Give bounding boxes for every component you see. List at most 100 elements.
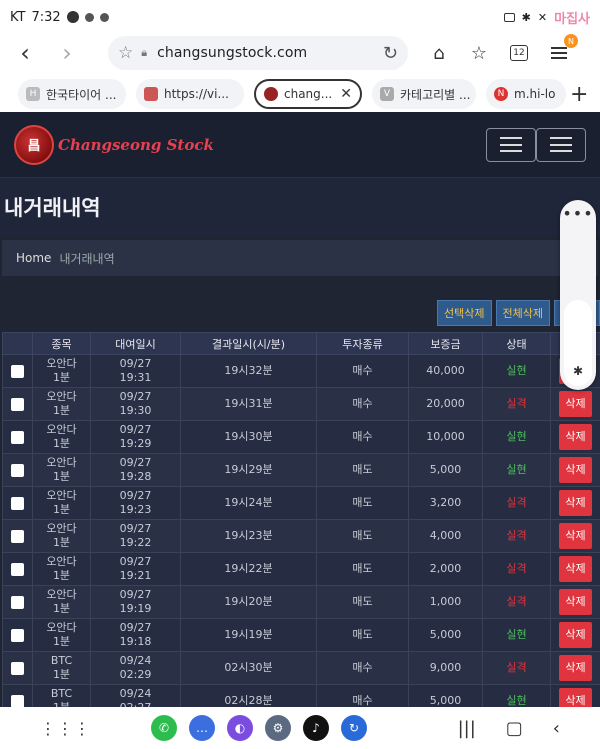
item-name: 오안다: [46, 390, 77, 403]
table-row: 오안다 1분 09/27 19:21 19시22분 매도 2,000 실격 삭제: [2, 552, 600, 586]
table-row: 오안다1분09/2719:3119시32분매수40,000실현삭제: [2, 354, 600, 388]
table-row: 오안다 1분 09/27 19:30 19시31분 매수 20,000 실격 삭제: [2, 387, 600, 421]
panel-handle[interactable]: ✱: [564, 300, 592, 386]
sync-icon[interactable]: ↻: [341, 715, 367, 741]
messages-icon[interactable]: …: [189, 715, 215, 741]
delete-button[interactable]: 삭제: [559, 424, 592, 450]
row-checkbox[interactable]: [11, 496, 24, 510]
app-drawer-icon[interactable]: ⋮⋮⋮: [40, 719, 91, 738]
back-nav-icon[interactable]: ‹: [553, 718, 560, 739]
item-name: 오안다: [46, 456, 77, 469]
trade-type-cell: 매도: [316, 519, 409, 553]
menu-icon[interactable]: N: [548, 34, 578, 64]
row-checkbox[interactable]: [11, 595, 24, 609]
home-icon[interactable]: ⌂: [428, 42, 450, 64]
table-header-row: 종목 대여일시 결과일시(시/분) 투자종류 보증금 상태 삭: [2, 332, 600, 355]
tiktok-icon[interactable]: ♪: [303, 715, 329, 741]
bookmarks-icon[interactable]: ☆: [468, 42, 490, 64]
home-nav-icon[interactable]: ▢: [506, 718, 523, 739]
edge-panel[interactable]: ••• ✱: [560, 200, 596, 390]
logo[interactable]: 昌: [14, 124, 54, 165]
forward-icon[interactable]: ›: [50, 36, 84, 70]
row-checkbox-cell[interactable]: [2, 420, 33, 454]
delete-button[interactable]: 삭제: [559, 556, 592, 582]
trade-type-cell: 매수: [316, 387, 409, 421]
bookmark-star-icon[interactable]: ☆: [118, 43, 133, 63]
row-checkbox-cell[interactable]: [2, 585, 33, 619]
rent-time: 19:28: [119, 470, 152, 483]
select-delete-button[interactable]: 선택삭제: [437, 300, 492, 326]
logo-text[interactable]: Changseong Stock: [58, 136, 214, 154]
reload-icon[interactable]: ↻: [383, 43, 398, 64]
back-icon[interactable]: ‹: [8, 36, 42, 70]
delete-button[interactable]: 삭제: [559, 655, 592, 681]
delete-all-button[interactable]: 전체삭제: [495, 300, 550, 326]
row-checkbox[interactable]: [11, 364, 24, 378]
rent-datetime-cell: 09/27 19:30: [90, 387, 181, 421]
deposit-cell: 10,000: [408, 420, 483, 454]
internet-icon[interactable]: ◐: [227, 715, 253, 741]
row-checkbox-cell[interactable]: [2, 453, 33, 487]
delete-button[interactable]: 삭제: [559, 622, 592, 648]
row-checkbox-cell[interactable]: [2, 486, 33, 520]
tab-4[interactable]: V 카테고리별 ...: [372, 79, 476, 109]
new-tab-icon[interactable]: +: [570, 82, 588, 107]
rent-time: 19:18: [119, 635, 152, 648]
rent-time: 19:22: [119, 536, 152, 549]
lock-icon[interactable]: 🔒︎: [141, 46, 147, 60]
table-row: 오안다 1분 09/27 19:29 19시30분 매수 10,000 실현 삭제: [2, 420, 600, 454]
settings-icon[interactable]: ⚙: [265, 715, 291, 741]
favicon: N: [494, 87, 508, 101]
item-interval: 1분: [52, 569, 71, 582]
result-time-cell: 19시20분: [180, 585, 317, 619]
row-checkbox[interactable]: [11, 397, 24, 411]
tab-2[interactable]: https://vi...: [136, 79, 244, 109]
row-checkbox-cell[interactable]: [2, 519, 33, 553]
row-checkbox-cell[interactable]: [2, 354, 33, 388]
row-checkbox[interactable]: [11, 661, 24, 675]
item-cell: 오안다 1분: [32, 519, 91, 553]
status-badge: 실현: [506, 694, 527, 707]
status-badge: 실현: [506, 430, 527, 443]
col-header: 보증금: [408, 332, 483, 355]
delete-button[interactable]: 삭제: [559, 688, 592, 707]
delete-button[interactable]: 삭제: [559, 490, 592, 516]
menu-toggle-button[interactable]: [486, 127, 536, 162]
delete-button[interactable]: 삭제: [559, 391, 592, 417]
item-interval: 1분: [52, 404, 71, 417]
item-name: 오안다: [46, 621, 77, 634]
row-checkbox[interactable]: [11, 430, 24, 444]
row-checkbox-cell[interactable]: [2, 552, 33, 586]
row-checkbox[interactable]: [11, 694, 24, 707]
tab-count[interactable]: 12: [510, 45, 528, 61]
delete-button[interactable]: 삭제: [559, 523, 592, 549]
tab-1[interactable]: H 한국타이어 ...: [18, 79, 126, 109]
row-checkbox-cell[interactable]: [2, 618, 33, 652]
page-title: 내거래내역: [4, 196, 101, 220]
delete-button[interactable]: 삭제: [559, 589, 592, 615]
deposit-cell: 3,200: [408, 486, 483, 520]
row-checkbox[interactable]: [11, 529, 24, 543]
row-checkbox[interactable]: [11, 463, 24, 477]
menu-toggle-button-2[interactable]: [536, 127, 586, 162]
url-text[interactable]: changsungstock.com: [157, 45, 383, 61]
breadcrumb-home[interactable]: Home: [16, 251, 51, 265]
row-checkbox[interactable]: [11, 562, 24, 576]
address-bar[interactable]: ☆ 🔒︎ changsungstock.com ↻: [108, 36, 408, 70]
row-checkbox-cell[interactable]: [2, 387, 33, 421]
item-cell: 오안다 1분: [32, 453, 91, 487]
recents-icon[interactable]: |||: [458, 718, 476, 739]
result-time-cell: 19시29분: [180, 453, 317, 487]
delete-button[interactable]: 삭제: [559, 457, 592, 483]
row-checkbox-cell[interactable]: [2, 651, 33, 685]
row-checkbox-cell[interactable]: [2, 684, 33, 707]
tab-5[interactable]: N m.hi-lo: [486, 79, 566, 109]
tabs-icon[interactable]: 12: [508, 42, 530, 64]
tab-active[interactable]: chang... ✕: [254, 79, 362, 109]
row-checkbox[interactable]: [11, 628, 24, 642]
rent-datetime-cell: 09/27 19:18: [90, 618, 181, 652]
notification-icon: [99, 12, 109, 22]
more-options-icon[interactable]: •••: [560, 204, 596, 223]
close-tab-icon[interactable]: ✕: [340, 86, 352, 102]
phone-icon[interactable]: ✆: [151, 715, 177, 741]
